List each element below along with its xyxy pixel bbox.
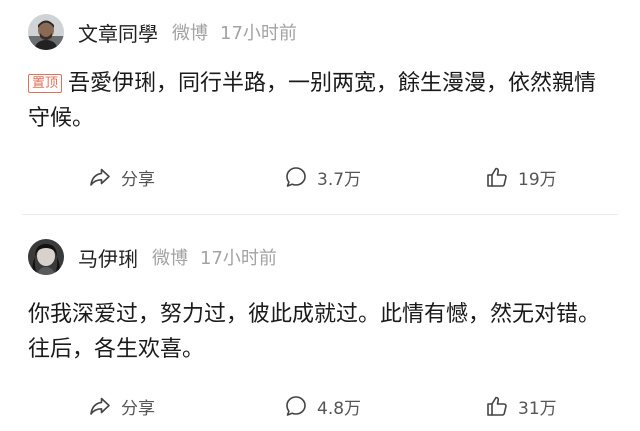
weibo-post: 文章同學 微博 17小时前 置顶 吾愛伊琍，同行半路，一别两宽，餘生漫漫，依然親情… (0, 0, 640, 214)
thumbs-up-icon (485, 165, 509, 189)
thumbs-up-icon (485, 394, 509, 418)
comment-button[interactable]: 4.8万 (284, 391, 361, 421)
comment-count: 3.7万 (317, 169, 362, 190)
share-icon (88, 394, 112, 418)
post-text: 你我深爱过，努力过，彼此成就过。此情有憾，然无对错。往后，各生欢喜。 (28, 302, 601, 362)
post-text: 吾愛伊琍，同行半路，一别两宽，餘生漫漫，依然親情守候。 (28, 71, 597, 131)
share-button[interactable]: 分享 (88, 162, 155, 192)
share-button[interactable]: 分享 (88, 391, 155, 421)
post-time: 17小时前 (220, 23, 297, 44)
username[interactable]: 文章同學 (78, 18, 158, 47)
action-bar: 分享 4.8万 31万 (0, 391, 640, 421)
post-content: 你我深爱过，努力过，彼此成就过。此情有憾，然无对错。往后，各生欢喜。 (28, 297, 612, 367)
comment-icon (284, 394, 308, 418)
like-count: 19万 (518, 169, 557, 190)
comment-count: 4.8万 (317, 398, 362, 419)
post-time: 17小时前 (200, 248, 277, 269)
pinned-badge: 置顶 (28, 74, 63, 93)
post-source: 微博 (152, 248, 188, 269)
like-button[interactable]: 19万 (485, 162, 557, 192)
post-header: 文章同學 微博 17小时前 (28, 12, 297, 52)
avatar[interactable] (28, 239, 64, 275)
like-button[interactable]: 31万 (485, 391, 557, 421)
action-bar: 分享 3.7万 19万 (0, 162, 640, 192)
avatar[interactable] (28, 14, 64, 50)
weibo-post: 马伊琍 微博 17小时前 你我深爱过，努力过，彼此成就过。此情有憾，然无对错。往… (0, 215, 640, 431)
share-label: 分享 (121, 169, 155, 190)
like-count: 31万 (518, 398, 557, 419)
comment-button[interactable]: 3.7万 (284, 162, 361, 192)
comment-icon (284, 165, 308, 189)
post-header: 马伊琍 微博 17小时前 (28, 237, 277, 277)
share-icon (88, 165, 112, 189)
username[interactable]: 马伊琍 (78, 243, 138, 272)
post-content: 置顶 吾愛伊琍，同行半路，一别两宽，餘生漫漫，依然親情守候。 (28, 66, 612, 136)
post-source: 微博 (172, 23, 208, 44)
share-label: 分享 (121, 398, 155, 419)
